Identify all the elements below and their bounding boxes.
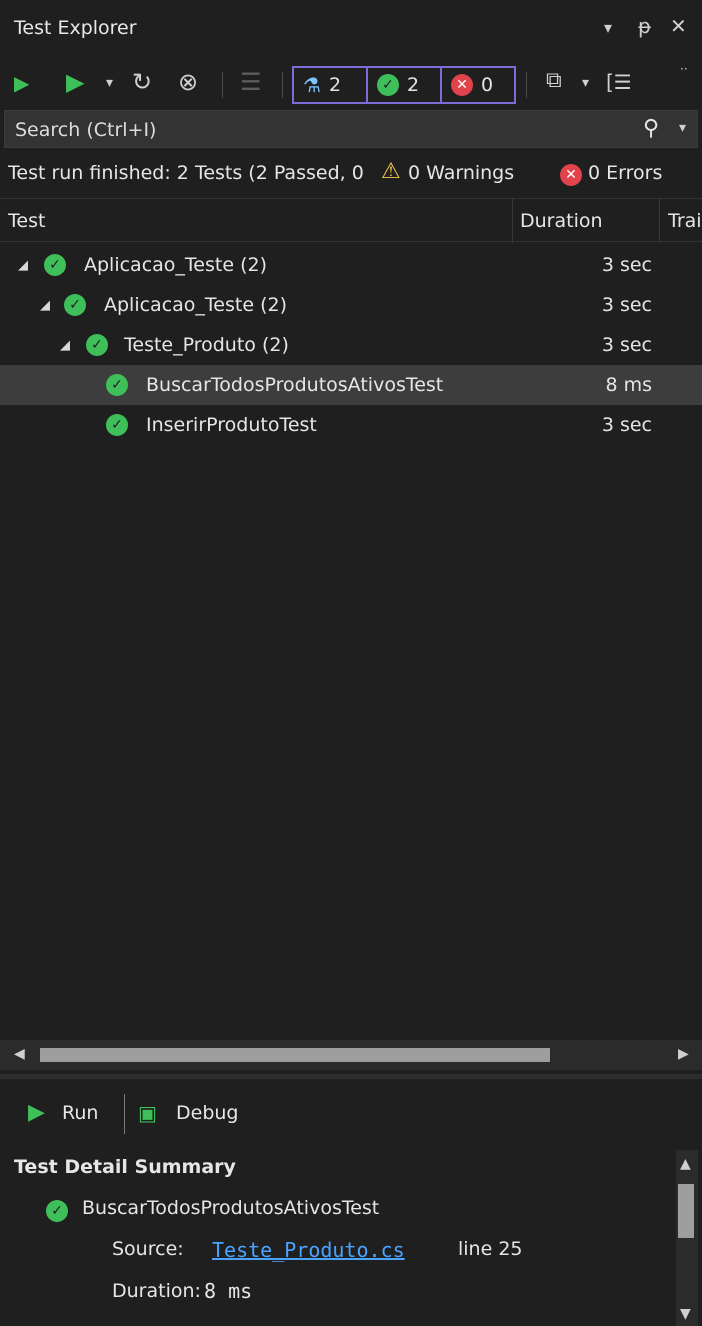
passed-tests-filter[interactable]: ✓ 2	[366, 66, 442, 104]
passed-check-icon: ✓	[106, 374, 128, 396]
scroll-left-icon[interactable]: ◀	[14, 1046, 25, 1062]
title-bar: Test Explorer ▾ ᵽ ✕	[0, 0, 702, 60]
close-icon[interactable]: ✕	[670, 14, 687, 38]
column-divider[interactable]	[512, 199, 513, 243]
run-summary-text: Test run finished: 2 Tests (2 Passed, 0 …	[8, 162, 370, 184]
source-label: Source:	[112, 1238, 184, 1260]
tree-row-duration: 3 sec	[601, 294, 652, 316]
pin-icon[interactable]: ᵽ	[638, 14, 651, 38]
overflow-icon[interactable]: ··	[680, 62, 688, 76]
collapse-triangle-icon[interactable]: ◢	[18, 258, 28, 273]
tree-row-selected[interactable]: ✓ BuscarTodosProdutosAtivosTest 8 ms	[0, 365, 702, 405]
tree-row-duration: 8 ms	[605, 374, 652, 396]
window-title: Test Explorer	[14, 17, 137, 39]
vertical-scrollbar[interactable]	[676, 1150, 698, 1326]
tree-row-duration: 3 sec	[601, 254, 652, 276]
toolbar-separator	[526, 72, 527, 98]
passed-check-icon: ✓	[377, 74, 399, 96]
toolbar-separator	[222, 72, 223, 98]
flask-icon: ⚗	[303, 73, 321, 97]
detail-test-name: BuscarTodosProdutosAtivosTest	[82, 1197, 380, 1219]
repeat-last-run-icon[interactable]: ↻	[132, 68, 152, 96]
column-test[interactable]: Test	[8, 210, 45, 232]
search-box[interactable]: Search (Ctrl+I) ⚲ ▾	[4, 110, 698, 148]
tree-row-duration: 3 sec	[601, 414, 652, 436]
passed-check-icon: ✓	[106, 414, 128, 436]
filter-playlist-icon[interactable]: ☰	[240, 68, 262, 96]
horizontal-scrollbar[interactable]: ◀ ▶	[0, 1040, 702, 1070]
errors-count[interactable]: 0 Errors	[588, 162, 702, 184]
detail-summary-title: Test Detail Summary	[14, 1156, 236, 1178]
tree-row-label: InserirProdutoTest	[146, 414, 317, 436]
toolbar: ▶ ▶ ▾ ↻ ⊗ ☰ ⚗ 2 ✓ 2 ✕ 0 ⧉ ▾ [☰ ··	[0, 60, 702, 108]
run-icon[interactable]: ▶	[28, 1100, 45, 1125]
group-by-icon[interactable]: ⧉	[546, 68, 562, 93]
scroll-down-icon[interactable]: ▼	[680, 1306, 691, 1322]
duration-label: Duration:	[112, 1280, 201, 1302]
search-icon[interactable]: ⚲	[643, 116, 659, 141]
column-duration[interactable]: Duration	[520, 210, 603, 232]
scroll-up-icon[interactable]: ▲	[680, 1156, 691, 1172]
tree-row-duration: 3 sec	[601, 334, 652, 356]
column-traits[interactable]: Traits	[668, 210, 702, 232]
total-tests-filter[interactable]: ⚗ 2	[292, 66, 368, 104]
passed-tests-count: 2	[407, 74, 420, 96]
search-options-dropdown-icon[interactable]: ▾	[679, 120, 686, 136]
tree-row[interactable]: ◢ ✓ Teste_Produto (2) 3 sec	[0, 325, 702, 365]
tree-row[interactable]: ◢ ✓ Aplicacao_Teste (2) 3 sec	[0, 245, 702, 285]
debug-button[interactable]: Debug	[176, 1102, 238, 1124]
collapse-triangle-icon[interactable]: ◢	[60, 338, 70, 353]
hierarchy-icon[interactable]: [☰	[606, 70, 632, 94]
passed-check-icon: ✓	[64, 294, 86, 316]
run-all-tests-icon[interactable]: ▶	[14, 71, 29, 95]
column-header: Test Duration Traits	[0, 198, 702, 243]
error-icon: ✕	[560, 164, 582, 186]
tree-row-label: Aplicacao_Teste (2)	[84, 254, 267, 276]
tree-row-label: Aplicacao_Teste (2)	[104, 294, 287, 316]
scrollbar-thumb[interactable]	[40, 1048, 550, 1062]
scrollbar-thumb[interactable]	[678, 1184, 694, 1238]
tree-row[interactable]: ◢ ✓ Aplicacao_Teste (2) 3 sec	[0, 285, 702, 325]
run-tests-icon[interactable]: ▶	[66, 68, 84, 96]
toolbar-separator	[282, 72, 283, 98]
tree-row-label: BuscarTodosProdutosAtivosTest	[146, 374, 444, 396]
tree-row-label: Teste_Produto (2)	[124, 334, 289, 356]
total-tests-count: 2	[328, 74, 342, 96]
failed-tests-filter[interactable]: ✕ 0	[440, 66, 516, 104]
warning-icon: ⚠	[381, 159, 401, 184]
collapse-triangle-icon[interactable]: ◢	[40, 298, 50, 313]
button-separator	[124, 1094, 125, 1134]
failed-x-icon: ✕	[451, 74, 473, 96]
source-line: line 25	[458, 1238, 523, 1260]
status-bar: Test run finished: 2 Tests (2 Passed, 0 …	[0, 152, 702, 194]
tree-row[interactable]: ✓ InserirProdutoTest 3 sec	[0, 405, 702, 445]
group-by-dropdown-icon[interactable]: ▾	[582, 75, 589, 91]
passed-check-icon: ✓	[44, 254, 66, 276]
failed-tests-count: 0	[481, 74, 494, 96]
run-button[interactable]: Run	[62, 1102, 98, 1124]
run-dropdown-icon[interactable]: ▾	[106, 75, 113, 91]
panel-splitter[interactable]	[0, 1074, 702, 1079]
search-input[interactable]: Search (Ctrl+I)	[15, 119, 156, 141]
passed-check-icon: ✓	[86, 334, 108, 356]
debug-icon[interactable]: ▣	[138, 1101, 157, 1125]
source-file-link[interactable]: Teste_Produto.cs	[212, 1238, 405, 1262]
warnings-count[interactable]: 0 Warnings	[408, 162, 514, 184]
scroll-right-icon[interactable]: ▶	[678, 1046, 689, 1062]
cancel-run-icon[interactable]: ⊗	[178, 68, 198, 96]
passed-check-icon: ✓	[46, 1200, 68, 1222]
duration-value: 8 ms	[204, 1279, 253, 1303]
column-divider[interactable]	[659, 199, 660, 243]
dropdown-arrow-icon[interactable]: ▾	[604, 18, 612, 37]
